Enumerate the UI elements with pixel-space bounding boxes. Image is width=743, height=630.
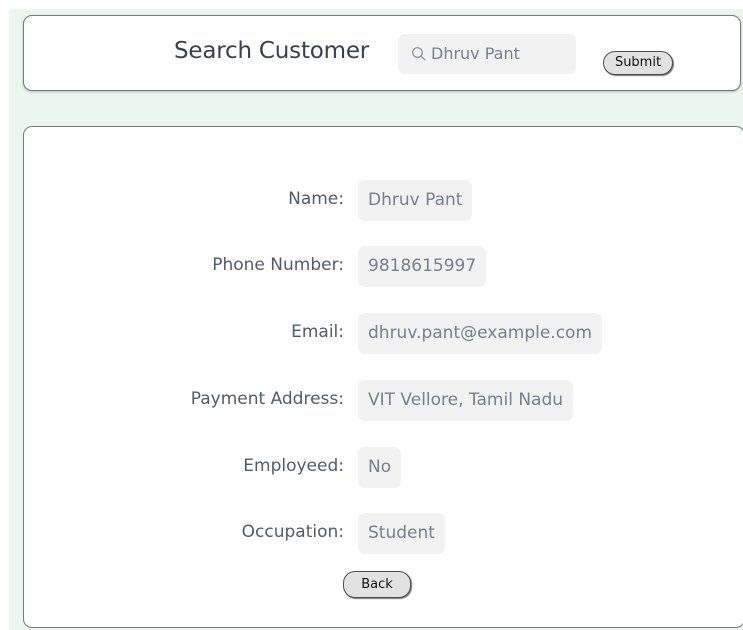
- search-customer-card: Search Customer Dhruv Pant Submit: [23, 15, 741, 91]
- phone-number-label: Phone Number:: [212, 255, 344, 275]
- name-label: Name:: [288, 189, 344, 209]
- employed-label: Employeed:: [243, 456, 344, 476]
- payment-address-label: Payment Address:: [190, 389, 344, 409]
- back-button[interactable]: Back: [343, 571, 411, 598]
- employed-value: No: [358, 447, 402, 488]
- customer-details-card: Name: Dhruv Pant Phone Number: 981861599…: [23, 126, 743, 628]
- payment-address-value: VIT Vellore, Tamil Nadu: [358, 380, 574, 421]
- occupation-label: Occupation:: [241, 522, 344, 542]
- search-icon: [412, 47, 426, 61]
- page-background: Search Customer Dhruv Pant Submit Name: …: [9, 9, 743, 630]
- search-input[interactable]: Dhruv Pant: [398, 34, 576, 74]
- submit-button[interactable]: Submit: [603, 51, 673, 75]
- occupation-value: Student: [358, 513, 445, 554]
- email-label: Email:: [291, 322, 344, 342]
- phone-number-value: 9818615997: [358, 246, 487, 287]
- name-value: Dhruv Pant: [358, 180, 473, 221]
- search-input-value: Dhruv Pant: [431, 44, 520, 63]
- email-value: dhruv.pant@example.com: [358, 313, 603, 354]
- search-title: Search Customer: [174, 38, 370, 64]
